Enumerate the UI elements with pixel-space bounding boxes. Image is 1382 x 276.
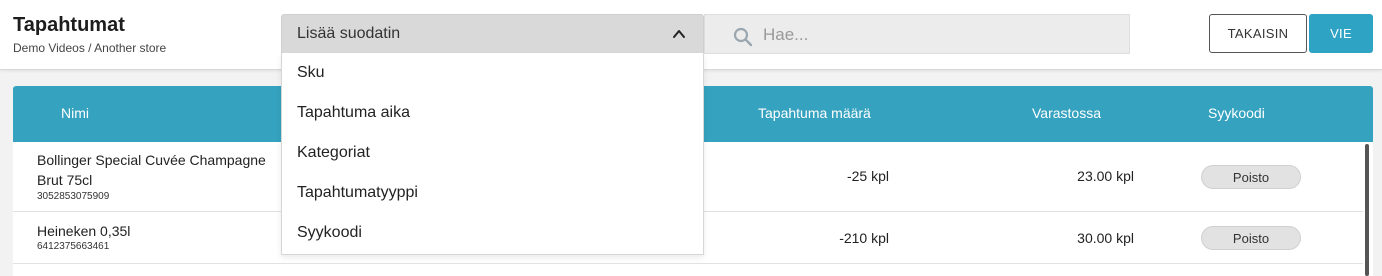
transaction-amount: -25 kpl (846, 168, 889, 184)
export-button[interactable]: VIE (1309, 14, 1373, 53)
add-filter-label: Lisää suodatin (297, 25, 401, 42)
filter-option-sku[interactable]: Sku (282, 53, 703, 93)
column-header-amount[interactable]: Tapahtuma määrä (758, 105, 871, 121)
filter-option-event-time[interactable]: Tapahtuma aika (282, 93, 703, 133)
product-name: Heineken 0,35l (37, 223, 131, 239)
search-input[interactable] (763, 21, 1113, 49)
filter-option-reason-code[interactable]: Syykoodi (282, 213, 703, 253)
column-header-name[interactable]: Nimi (61, 105, 89, 121)
chevron-up-icon (673, 30, 685, 38)
product-name: Bollinger Special Cuvée Champagne Brut 7… (37, 152, 266, 188)
search-box (704, 14, 1130, 54)
add-filter-select[interactable]: Lisää suodatin (281, 14, 704, 54)
product-sku: 3052853075909 (37, 191, 110, 202)
filter-dropdown-menu: Sku Tapahtuma aika Kategoriat Tapahtumat… (281, 53, 704, 255)
stock-amount: 30.00 kpl (1077, 230, 1134, 246)
back-button[interactable]: TAKAISIN (1209, 14, 1307, 53)
column-header-reason[interactable]: Syykoodi (1208, 105, 1265, 121)
product-sku: 6412375663461 (37, 241, 110, 252)
reason-badge: Poisto (1201, 226, 1301, 250)
stock-amount: 23.00 kpl (1077, 168, 1134, 184)
transaction-amount: -210 kpl (839, 230, 889, 246)
breadcrumb: Demo Videos / Another store (13, 41, 167, 55)
filter-option-categories[interactable]: Kategoriat (282, 133, 703, 173)
column-header-stock[interactable]: Varastossa (1032, 105, 1101, 121)
table-scrollbar[interactable] (1365, 144, 1369, 276)
page-title: Tapahtumat (13, 14, 125, 36)
search-icon (733, 27, 753, 47)
filter-option-event-type[interactable]: Tapahtumatyyppi (282, 173, 703, 213)
reason-badge: Poisto (1201, 165, 1301, 189)
